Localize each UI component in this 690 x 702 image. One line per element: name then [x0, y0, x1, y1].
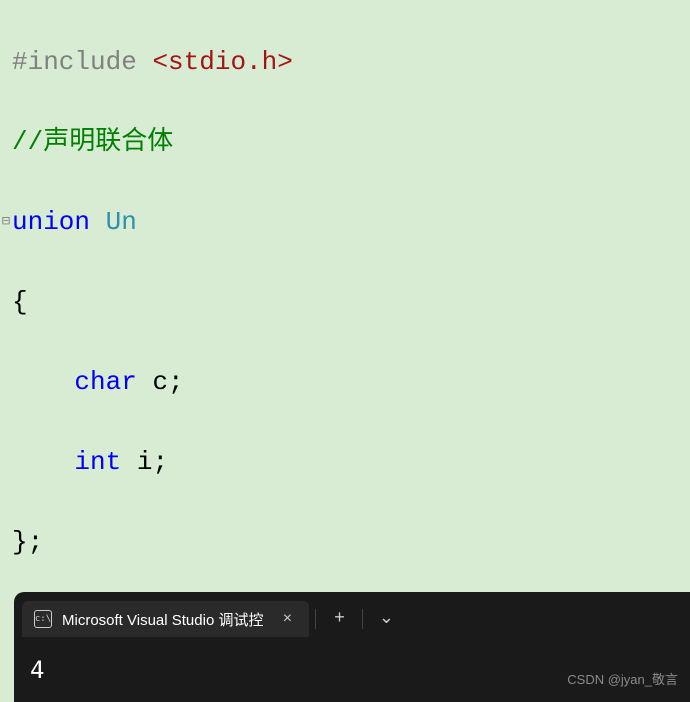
watermark-text: CSDN @jyan_敬言 [567, 669, 678, 688]
keyword-int: int [74, 447, 121, 477]
terminal-panel: c:\ Microsoft Visual Studio 调试控 × + ⌄ 4 … [14, 592, 690, 702]
include-path: <stdio.h> [152, 47, 292, 77]
comment-line: //声明联合体 [12, 127, 173, 157]
type-name: Un [106, 207, 137, 237]
terminal-tabbar: c:\ Microsoft Visual Studio 调试控 × + ⌄ [14, 592, 690, 638]
terminal-tab[interactable]: c:\ Microsoft Visual Studio 调试控 × [22, 601, 309, 637]
tab-dropdown-button[interactable]: ⌄ [369, 602, 403, 632]
fold-icon[interactable]: ⊟ [0, 202, 12, 242]
code-editor[interactable]: #include <stdio.h> //声明联合体 ⊟union Un { c… [0, 0, 690, 590]
plus-icon: + [334, 607, 345, 628]
tab-divider [362, 609, 363, 629]
close-icon[interactable]: × [277, 609, 297, 629]
brace-open: { [12, 287, 28, 317]
new-tab-button[interactable]: + [322, 602, 356, 632]
tab-title: Microsoft Visual Studio 调试控 [62, 609, 263, 630]
tab-divider [315, 609, 316, 629]
brace-close: }; [12, 527, 43, 557]
member-i: i; [137, 447, 168, 477]
output-line: 4 [30, 656, 44, 684]
member-c: c; [152, 367, 183, 397]
keyword-union: union [12, 207, 90, 237]
chevron-down-icon: ⌄ [379, 607, 394, 628]
preproc-directive: #include [12, 47, 137, 77]
cmd-icon: c:\ [34, 610, 52, 628]
keyword-char: char [74, 367, 136, 397]
